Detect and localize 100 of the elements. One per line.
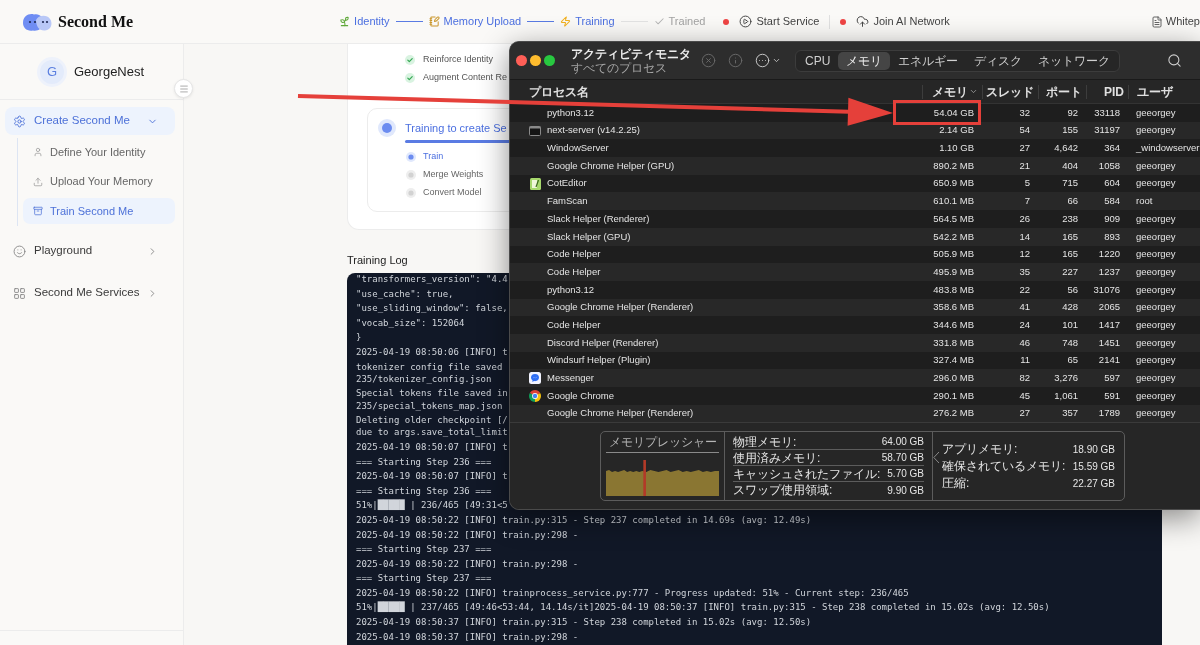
- pid-value: 1220: [1098, 247, 1120, 262]
- step-label: Augment Content Re: [423, 71, 508, 85]
- tab[interactable]: メモリ: [838, 51, 891, 70]
- process-row[interactable]: Code Helper 495.9 MB 35 227 1237 geeorgey: [510, 263, 1200, 281]
- stat-value: 58.70 GB: [881, 451, 924, 466]
- thread-count: 12: [1019, 247, 1030, 262]
- nav-subitem[interactable]: Define Your Identity: [23, 139, 175, 165]
- nav-item[interactable]: Create Second Me: [5, 107, 175, 135]
- process-name: Google Chrome Helper (GPU): [547, 158, 675, 173]
- tab[interactable]: ディスク: [966, 51, 1031, 70]
- grid-icon: [13, 286, 26, 300]
- port-count: 357: [1062, 406, 1078, 421]
- tab[interactable]: ネットワーク: [1030, 51, 1119, 70]
- process-name: WindowServer: [547, 141, 609, 156]
- column-header[interactable]: スレッド: [986, 84, 1034, 99]
- stat-label: 圧縮:: [942, 476, 970, 491]
- search-button[interactable]: [1167, 53, 1182, 68]
- process-row[interactable]: WindowServer 1.10 GB 27 4,642 364 _windowserver: [510, 139, 1200, 158]
- process-row[interactable]: Google Chrome Helper (GPU) 890.2 MB 21 404 1058 geeorgey: [510, 157, 1200, 175]
- service-button[interactable]: Join AI Network: [856, 13, 950, 30]
- pid-value: 33118: [1094, 105, 1120, 120]
- user-name: geeorgey: [1136, 317, 1176, 332]
- user-name: geeorgey: [1136, 211, 1176, 226]
- port-count: 56: [1067, 282, 1078, 297]
- process-name: Google Chrome Helper (Renderer): [547, 406, 694, 421]
- docs-link[interactable]: Whitep: [1150, 13, 1200, 30]
- thread-count: 27: [1019, 406, 1030, 421]
- user-icon: [33, 147, 43, 157]
- user-name: GeorgeNest: [74, 62, 145, 81]
- window-zoom-button[interactable]: [544, 55, 555, 66]
- port-count: 715: [1062, 176, 1078, 191]
- service-button[interactable]: Start Service: [739, 13, 820, 30]
- column-header[interactable]: ポート: [1046, 84, 1082, 99]
- stat-value: 9.90 GB: [887, 483, 924, 498]
- process-name: Google Chrome Helper (Renderer): [547, 300, 694, 315]
- window-close-button[interactable]: [516, 55, 527, 66]
- cloud-upload-icon: [856, 15, 870, 28]
- process-row[interactable]: Messenger 296.0 MB 82 3,276 597 geeorgey: [510, 369, 1200, 387]
- stat-label: スワップ使用領域:: [733, 483, 833, 498]
- user-name: geeorgey: [1136, 105, 1176, 120]
- pid-value: 2065: [1098, 300, 1120, 315]
- log-line: === Starting Step 236 ===: [356, 484, 492, 497]
- stat-value: 22.27 GB: [1072, 476, 1115, 491]
- window-minimize-button[interactable]: [530, 55, 541, 66]
- sprout-icon: [339, 16, 351, 27]
- stat-label: 使用済みメモリ:: [733, 450, 821, 465]
- user-name: geeorgey: [1136, 158, 1176, 173]
- process-row[interactable]: Slack Helper (Renderer) 564.5 MB 26 238 909 geeorgey: [510, 210, 1200, 228]
- column-header[interactable]: ユーザ: [1137, 84, 1173, 99]
- user-name: geeorgey: [1136, 229, 1176, 244]
- pid-value: 909: [1104, 211, 1120, 226]
- process-row[interactable]: FamScan 610.1 MB 7 66 584 root: [510, 192, 1200, 211]
- user-name: geeorgey: [1136, 335, 1176, 350]
- log-line: 2025-04-19 08:50:22 [INFO] train.py:298 -: [356, 557, 579, 570]
- process-name: Code Helper: [547, 264, 601, 279]
- port-count: 1,061: [1054, 388, 1078, 403]
- nav-subitem[interactable]: Upload Your Memory: [23, 168, 175, 195]
- tab[interactable]: CPU: [797, 51, 839, 70]
- port-count: 101: [1062, 317, 1078, 332]
- section-title: Training Log: [347, 254, 408, 267]
- memory-value: 276.2 MB: [933, 406, 974, 421]
- play-icon: [739, 15, 753, 28]
- nav-subitem[interactable]: Train Second Me: [23, 198, 175, 224]
- port-count: 238: [1062, 211, 1078, 226]
- more-actions-button[interactable]: [755, 53, 781, 68]
- column-header[interactable]: PID: [1104, 84, 1124, 99]
- column-header[interactable]: メモリ: [932, 84, 978, 99]
- column-header[interactable]: プロセス名: [529, 84, 589, 99]
- smiley-icon: [13, 244, 26, 258]
- step-label: Reinforce Identity: [423, 53, 494, 67]
- thread-count: 46: [1019, 335, 1030, 350]
- log-line: 2025-04-19 08:50:22 [INFO] trainprocess_service.py:777 - Progress updated: 51% - Current step: 236/465: [356, 586, 909, 600]
- port-count: 165: [1062, 229, 1078, 244]
- nav-item[interactable]: Second Me Services: [5, 279, 175, 307]
- search-icon: [1167, 53, 1182, 68]
- thread-count: 11: [1020, 353, 1030, 368]
- user-name: geeorgey: [1136, 406, 1176, 421]
- nav-item[interactable]: Playground: [5, 237, 175, 265]
- pid-value: 597: [1104, 371, 1120, 386]
- user-name: geeorgey: [1136, 123, 1176, 138]
- ellipsis-icon: [755, 53, 770, 68]
- port-count: 155: [1062, 123, 1078, 138]
- window-subtitle: すべてのプロセス: [571, 60, 667, 75]
- log-line: 2025-04-19 08:50:37 [INFO] train.py:315 - Step 238 completed in 15.02s (avg: 12.50s): [356, 616, 812, 629]
- thread-count: 82: [1019, 371, 1030, 386]
- thread-count: 7: [1024, 194, 1030, 209]
- pid-value: 1058: [1098, 158, 1120, 173]
- log-line: === Starting Step 237 ===: [356, 543, 492, 556]
- x-circle-icon: [701, 53, 716, 68]
- tab[interactable]: エネルギー: [890, 51, 967, 70]
- process-row[interactable]: Code Helper 344.6 MB 24 101 1417 geeorgey: [510, 316, 1200, 334]
- process-name: Code Helper: [547, 317, 601, 332]
- port-count: 748: [1062, 335, 1078, 350]
- user-name: root: [1136, 194, 1153, 209]
- thread-count: 24: [1019, 317, 1030, 332]
- chart-title: メモリプレッシャー: [608, 435, 717, 450]
- port-count: 4,642: [1054, 141, 1078, 156]
- process-row[interactable]: Google Chrome 290.1 MB 45 1,061 591 geeorgey: [510, 387, 1200, 405]
- log-line: 2025-04-19 08:50:37 [INFO] train.py:298 -: [356, 630, 579, 643]
- gear-icon: [13, 114, 26, 128]
